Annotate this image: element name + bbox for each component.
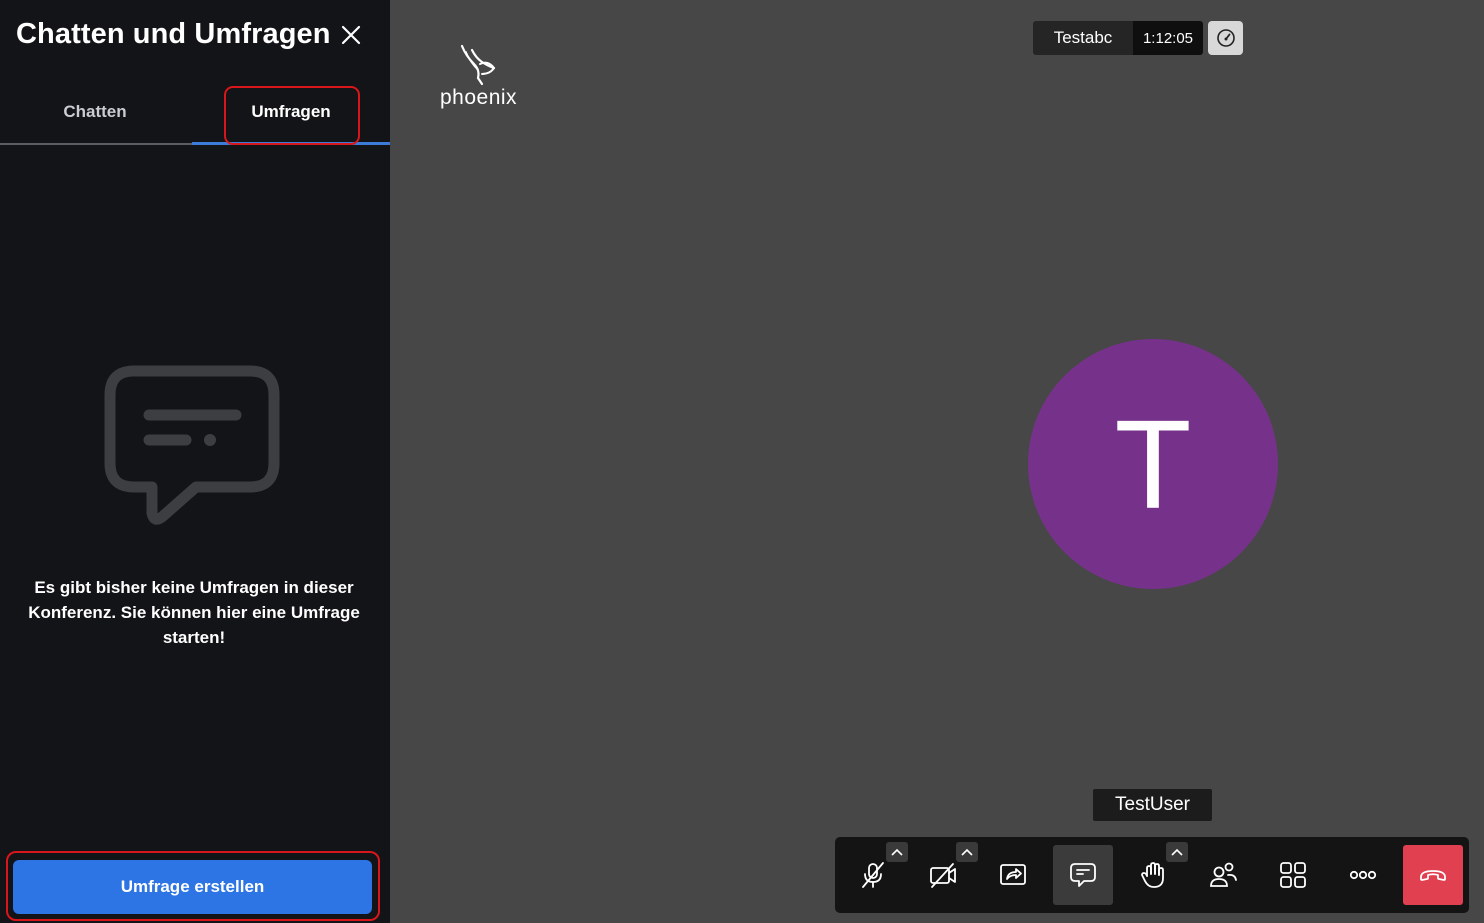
avatar: T bbox=[1028, 339, 1278, 589]
participant-name-label: TestUser bbox=[1093, 789, 1212, 821]
create-poll-button[interactable]: Umfrage erstellen bbox=[13, 860, 372, 914]
meeting-timer: 1:12:05 bbox=[1133, 21, 1203, 55]
participants-button[interactable] bbox=[1193, 845, 1253, 905]
participants-icon bbox=[1208, 860, 1238, 890]
logo-text: phoenix bbox=[440, 86, 518, 109]
camera-options-caret[interactable] bbox=[956, 842, 978, 862]
microphone-options-caret[interactable] bbox=[886, 842, 908, 862]
tab-polls[interactable]: Umfragen bbox=[192, 80, 390, 143]
raise-hand-icon bbox=[1138, 860, 1168, 890]
empty-polls-message: Es gibt bisher keine Umfragen in dieser … bbox=[28, 578, 360, 647]
panel-tabs: Chatten Umfragen bbox=[0, 80, 390, 145]
chat-icon bbox=[1068, 860, 1098, 890]
tile-view-button[interactable] bbox=[1263, 845, 1323, 905]
screen-share-icon bbox=[998, 860, 1028, 890]
chat-button[interactable] bbox=[1053, 845, 1113, 905]
panel-header: Chatten und Umfragen bbox=[16, 18, 362, 51]
meeting-info-bar: Testabc 1:12:05 bbox=[1033, 21, 1203, 55]
close-icon[interactable] bbox=[340, 24, 362, 46]
camera-off-icon bbox=[928, 860, 958, 890]
poll-chat-bubble-icon bbox=[104, 365, 282, 525]
active-tab-indicator bbox=[192, 142, 390, 145]
meeting-toolbar bbox=[835, 837, 1469, 913]
more-options-button[interactable] bbox=[1333, 845, 1393, 905]
microphone-muted-icon bbox=[858, 860, 888, 890]
chat-polls-panel: Chatten und Umfragen Chatten Umfragen Es… bbox=[0, 0, 390, 923]
connection-quality-icon[interactable] bbox=[1208, 21, 1243, 55]
panel-title: Chatten und Umfragen bbox=[16, 18, 331, 50]
more-options-icon bbox=[1348, 860, 1378, 890]
hangup-icon bbox=[1418, 860, 1448, 890]
meeting-name: Testabc bbox=[1033, 21, 1133, 55]
reactions-options-caret[interactable] bbox=[1166, 842, 1188, 862]
hangup-button[interactable] bbox=[1403, 845, 1463, 905]
tab-chat[interactable]: Chatten bbox=[0, 80, 190, 143]
screen-share-button[interactable] bbox=[983, 845, 1043, 905]
tile-view-icon bbox=[1278, 860, 1308, 890]
